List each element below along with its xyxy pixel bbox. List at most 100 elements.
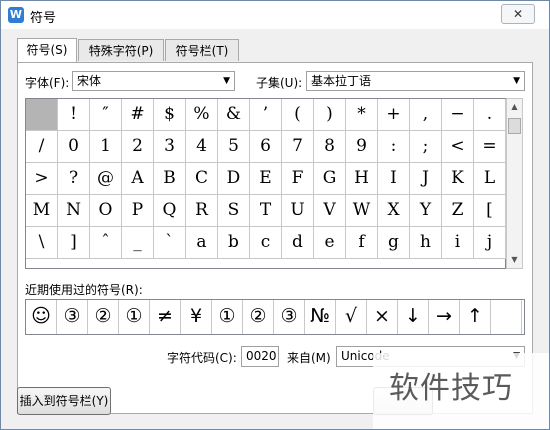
symbol-cell[interactable]: N	[58, 195, 90, 227]
symbol-cell[interactable]: U	[282, 195, 314, 227]
symbol-cell[interactable]: a	[186, 227, 218, 259]
symbol-cell[interactable]: i	[442, 227, 474, 259]
recent-symbol-cell[interactable]: ③	[274, 300, 305, 334]
recent-symbol-cell[interactable]: ↑	[460, 300, 491, 334]
recent-symbol-cell[interactable]: ×	[367, 300, 398, 334]
symbol-cell[interactable]: 1	[90, 131, 122, 163]
symbol-grid-scrollbar[interactable]: ▲ ▼	[506, 98, 523, 269]
symbol-cell[interactable]: g	[378, 227, 410, 259]
symbol-cell[interactable]: B	[154, 163, 186, 195]
symbol-cell[interactable]: T	[250, 195, 282, 227]
char-code-field[interactable]: 0020	[241, 346, 279, 367]
recent-symbol-cell[interactable]: ¥	[181, 300, 212, 334]
recent-symbol-cell[interactable]: ②	[88, 300, 119, 334]
recent-symbol-cell[interactable]: ☺	[26, 300, 57, 334]
symbol-cell[interactable]: ;	[410, 131, 442, 163]
symbol-cell[interactable]: )	[314, 99, 346, 131]
symbol-cell[interactable]: 0	[58, 131, 90, 163]
symbol-cell[interactable]: 7	[282, 131, 314, 163]
symbol-cell-selected[interactable]	[26, 99, 58, 131]
symbol-cell[interactable]: O	[90, 195, 122, 227]
scroll-up-arrow-icon[interactable]: ▲	[507, 99, 522, 115]
symbol-cell[interactable]: ?	[58, 163, 90, 195]
recent-symbol-cell[interactable]: ②	[243, 300, 274, 334]
symbol-cell[interactable]: ″	[90, 99, 122, 131]
symbol-cell[interactable]: \	[26, 227, 58, 259]
scroll-thumb[interactable]	[508, 118, 521, 134]
symbol-cell[interactable]: 9	[346, 131, 378, 163]
symbol-cell[interactable]: F	[282, 163, 314, 195]
recent-symbol-cell[interactable]: →	[429, 300, 460, 334]
symbol-cell[interactable]: e	[314, 227, 346, 259]
symbol-cell[interactable]: ’	[250, 99, 282, 131]
symbol-cell[interactable]: 3	[154, 131, 186, 163]
symbol-cell[interactable]: :	[378, 131, 410, 163]
symbol-cell[interactable]: /	[26, 131, 58, 163]
symbol-cell[interactable]: Q	[154, 195, 186, 227]
symbol-cell[interactable]: Z	[442, 195, 474, 227]
symbol-cell[interactable]: K	[442, 163, 474, 195]
recent-symbol-cell[interactable]: ③	[57, 300, 88, 334]
symbol-cell[interactable]: `	[154, 227, 186, 259]
symbol-cell[interactable]: X	[378, 195, 410, 227]
symbol-cell[interactable]: *	[346, 99, 378, 131]
symbol-cell[interactable]: @	[90, 163, 122, 195]
recent-symbol-cell[interactable]: ①	[212, 300, 243, 334]
recent-symbol-cell[interactable]: √	[336, 300, 367, 334]
tab-symbol-bar[interactable]: 符号栏(T)	[165, 39, 239, 61]
symbol-cell[interactable]: C	[186, 163, 218, 195]
symbol-cell[interactable]: j	[474, 227, 506, 259]
symbol-cell[interactable]: −	[442, 99, 474, 131]
symbol-cell[interactable]: ,	[410, 99, 442, 131]
symbol-cell[interactable]: =	[474, 131, 506, 163]
symbol-cell[interactable]: D	[218, 163, 250, 195]
symbol-cell[interactable]: H	[346, 163, 378, 195]
symbol-cell[interactable]: 6	[250, 131, 282, 163]
symbol-cell[interactable]: P	[122, 195, 154, 227]
symbol-cell[interactable]: h	[410, 227, 442, 259]
symbol-cell[interactable]: &	[218, 99, 250, 131]
symbol-cell[interactable]: !	[58, 99, 90, 131]
close-button[interactable]: ✕	[501, 4, 535, 24]
symbol-cell[interactable]: 2	[122, 131, 154, 163]
symbol-cell[interactable]: L	[474, 163, 506, 195]
symbol-cell[interactable]: .	[474, 99, 506, 131]
symbol-cell[interactable]: $	[154, 99, 186, 131]
recent-symbol-cell[interactable]: ↓	[398, 300, 429, 334]
symbol-cell[interactable]: J	[410, 163, 442, 195]
symbol-cell[interactable]: b	[218, 227, 250, 259]
symbol-cell[interactable]: >	[26, 163, 58, 195]
symbol-cell[interactable]: +	[378, 99, 410, 131]
symbol-cell[interactable]: ˆ	[90, 227, 122, 259]
symbol-cell[interactable]: %	[186, 99, 218, 131]
symbol-cell[interactable]: <	[442, 131, 474, 163]
symbol-cell[interactable]: f	[346, 227, 378, 259]
symbol-cell[interactable]: R	[186, 195, 218, 227]
symbol-cell[interactable]: M	[26, 195, 58, 227]
symbol-cell[interactable]: c	[250, 227, 282, 259]
recent-symbol-cell[interactable]: №	[305, 300, 336, 334]
symbol-cell[interactable]: 5	[218, 131, 250, 163]
symbol-cell[interactable]: S	[218, 195, 250, 227]
symbol-cell[interactable]: ]	[58, 227, 90, 259]
subset-select[interactable]: 基本拉丁语 ▼	[306, 71, 525, 91]
symbol-cell[interactable]: W	[346, 195, 378, 227]
symbol-cell[interactable]: (	[282, 99, 314, 131]
recent-symbol-cell[interactable]	[491, 300, 522, 334]
symbol-cell[interactable]: A	[122, 163, 154, 195]
recent-symbol-cell[interactable]: ①	[119, 300, 150, 334]
symbol-cell[interactable]: #	[122, 99, 154, 131]
symbol-cell[interactable]: _	[122, 227, 154, 259]
symbol-cell[interactable]: V	[314, 195, 346, 227]
symbol-cell[interactable]: 4	[186, 131, 218, 163]
symbol-cell[interactable]: d	[282, 227, 314, 259]
symbol-cell[interactable]: G	[314, 163, 346, 195]
tab-special-chars[interactable]: 特殊字符(P)	[78, 39, 164, 61]
symbol-cell[interactable]: 8	[314, 131, 346, 163]
tab-symbols[interactable]: 符号(S)	[17, 38, 77, 62]
scroll-down-arrow-icon[interactable]: ▼	[507, 252, 522, 268]
insert-to-symbol-bar-button[interactable]: 插入到符号栏(Y)	[17, 387, 111, 415]
symbol-cell[interactable]: I	[378, 163, 410, 195]
font-select[interactable]: 宋体 ▼	[72, 71, 235, 91]
symbol-cell[interactable]: E	[250, 163, 282, 195]
